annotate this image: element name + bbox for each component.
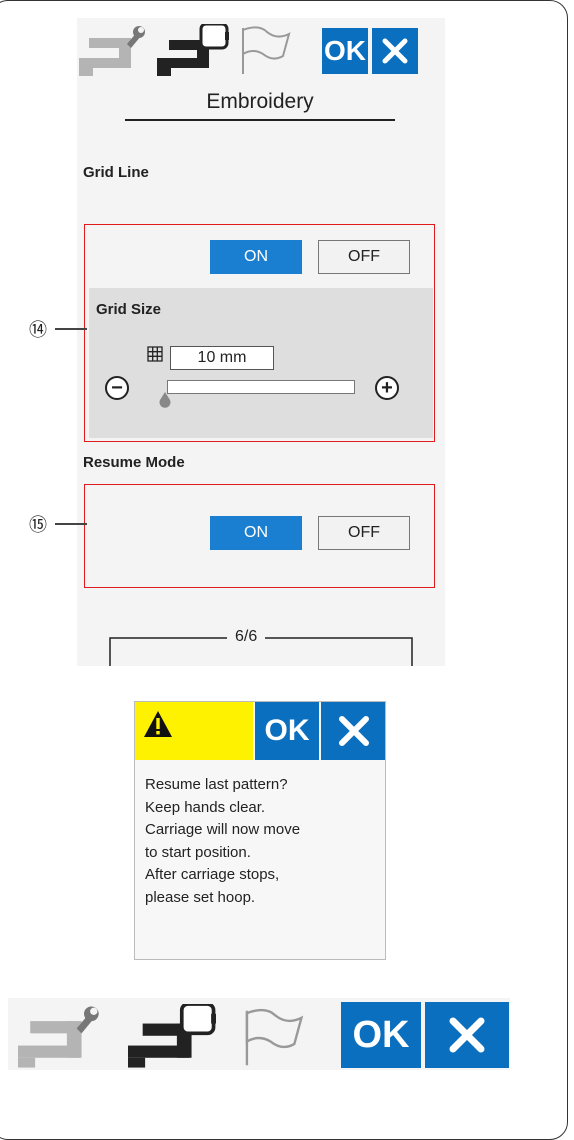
dialog-line: After carriage stops, [145, 866, 280, 883]
dialog-line: Resume last pattern? [145, 776, 288, 793]
cancel-button[interactable] [372, 28, 418, 74]
grid-size-slider[interactable] [167, 380, 355, 394]
close-icon [382, 38, 408, 64]
dialog-message: Resume last pattern? Keep hands clear. C… [145, 774, 381, 909]
resume-mode-off-button[interactable]: OFF [318, 516, 410, 550]
title-underline [125, 119, 395, 121]
grid-icon [147, 346, 163, 362]
plus-label: + [381, 377, 393, 399]
slider-handle[interactable] [158, 392, 172, 408]
minus-label: − [111, 377, 123, 399]
grid-size-label: Grid Size [96, 301, 162, 318]
grid-size-decrease-button[interactable]: − [105, 376, 129, 400]
embroidery-machine-icon[interactable] [157, 24, 229, 78]
callout-14: ⑭ [29, 320, 47, 340]
resume-mode-on-button[interactable]: ON [210, 516, 302, 550]
callout-14-leader [55, 328, 87, 330]
grid-line-off-button[interactable]: OFF [318, 240, 410, 274]
wrench-machine-icon[interactable] [12, 1004, 112, 1070]
dialog-warning-header [135, 702, 253, 760]
page-indicator: 6/6 [227, 628, 266, 646]
page-title: Embroidery [206, 90, 314, 113]
callout-15: ⑮ [29, 515, 47, 535]
bottom-toolbar: OK [8, 998, 510, 1070]
ok-button[interactable]: OK [322, 28, 368, 74]
warning-icon [144, 711, 172, 737]
dialog-line: Carriage will now move [145, 821, 301, 838]
close-icon [339, 716, 369, 746]
embroidery-machine-icon[interactable] [122, 1004, 222, 1070]
dialog-line: to start position. [145, 843, 251, 861]
grid-line-on-button[interactable]: ON [210, 240, 302, 274]
grid-size-value: 10 mm [170, 346, 274, 370]
resume-dialog: OK Resume last pattern? Keep hands clear… [134, 701, 386, 960]
dialog-cancel-button[interactable] [321, 702, 385, 760]
bottom-cancel-button[interactable] [425, 1002, 509, 1068]
flag-icon[interactable] [236, 1006, 310, 1070]
resume-mode-label: Resume Mode [83, 454, 185, 471]
callout-15-leader [55, 523, 87, 525]
grid-size-increase-button[interactable]: + [375, 376, 399, 400]
top-toolbar: OK [77, 18, 445, 84]
flag-icon[interactable] [237, 24, 293, 78]
bottom-ok-button[interactable]: OK [341, 1002, 421, 1068]
grid-line-label: Grid Line [83, 164, 149, 181]
dialog-ok-button[interactable]: OK [255, 702, 319, 760]
dialog-line: please set hoop. [145, 888, 256, 906]
settings-screen: OK Embroidery Grid Line ON OFF Grid Size… [77, 18, 445, 666]
close-icon [449, 1017, 485, 1053]
wrench-machine-icon[interactable] [79, 24, 151, 78]
dialog-line: Keep hands clear. [145, 798, 266, 816]
